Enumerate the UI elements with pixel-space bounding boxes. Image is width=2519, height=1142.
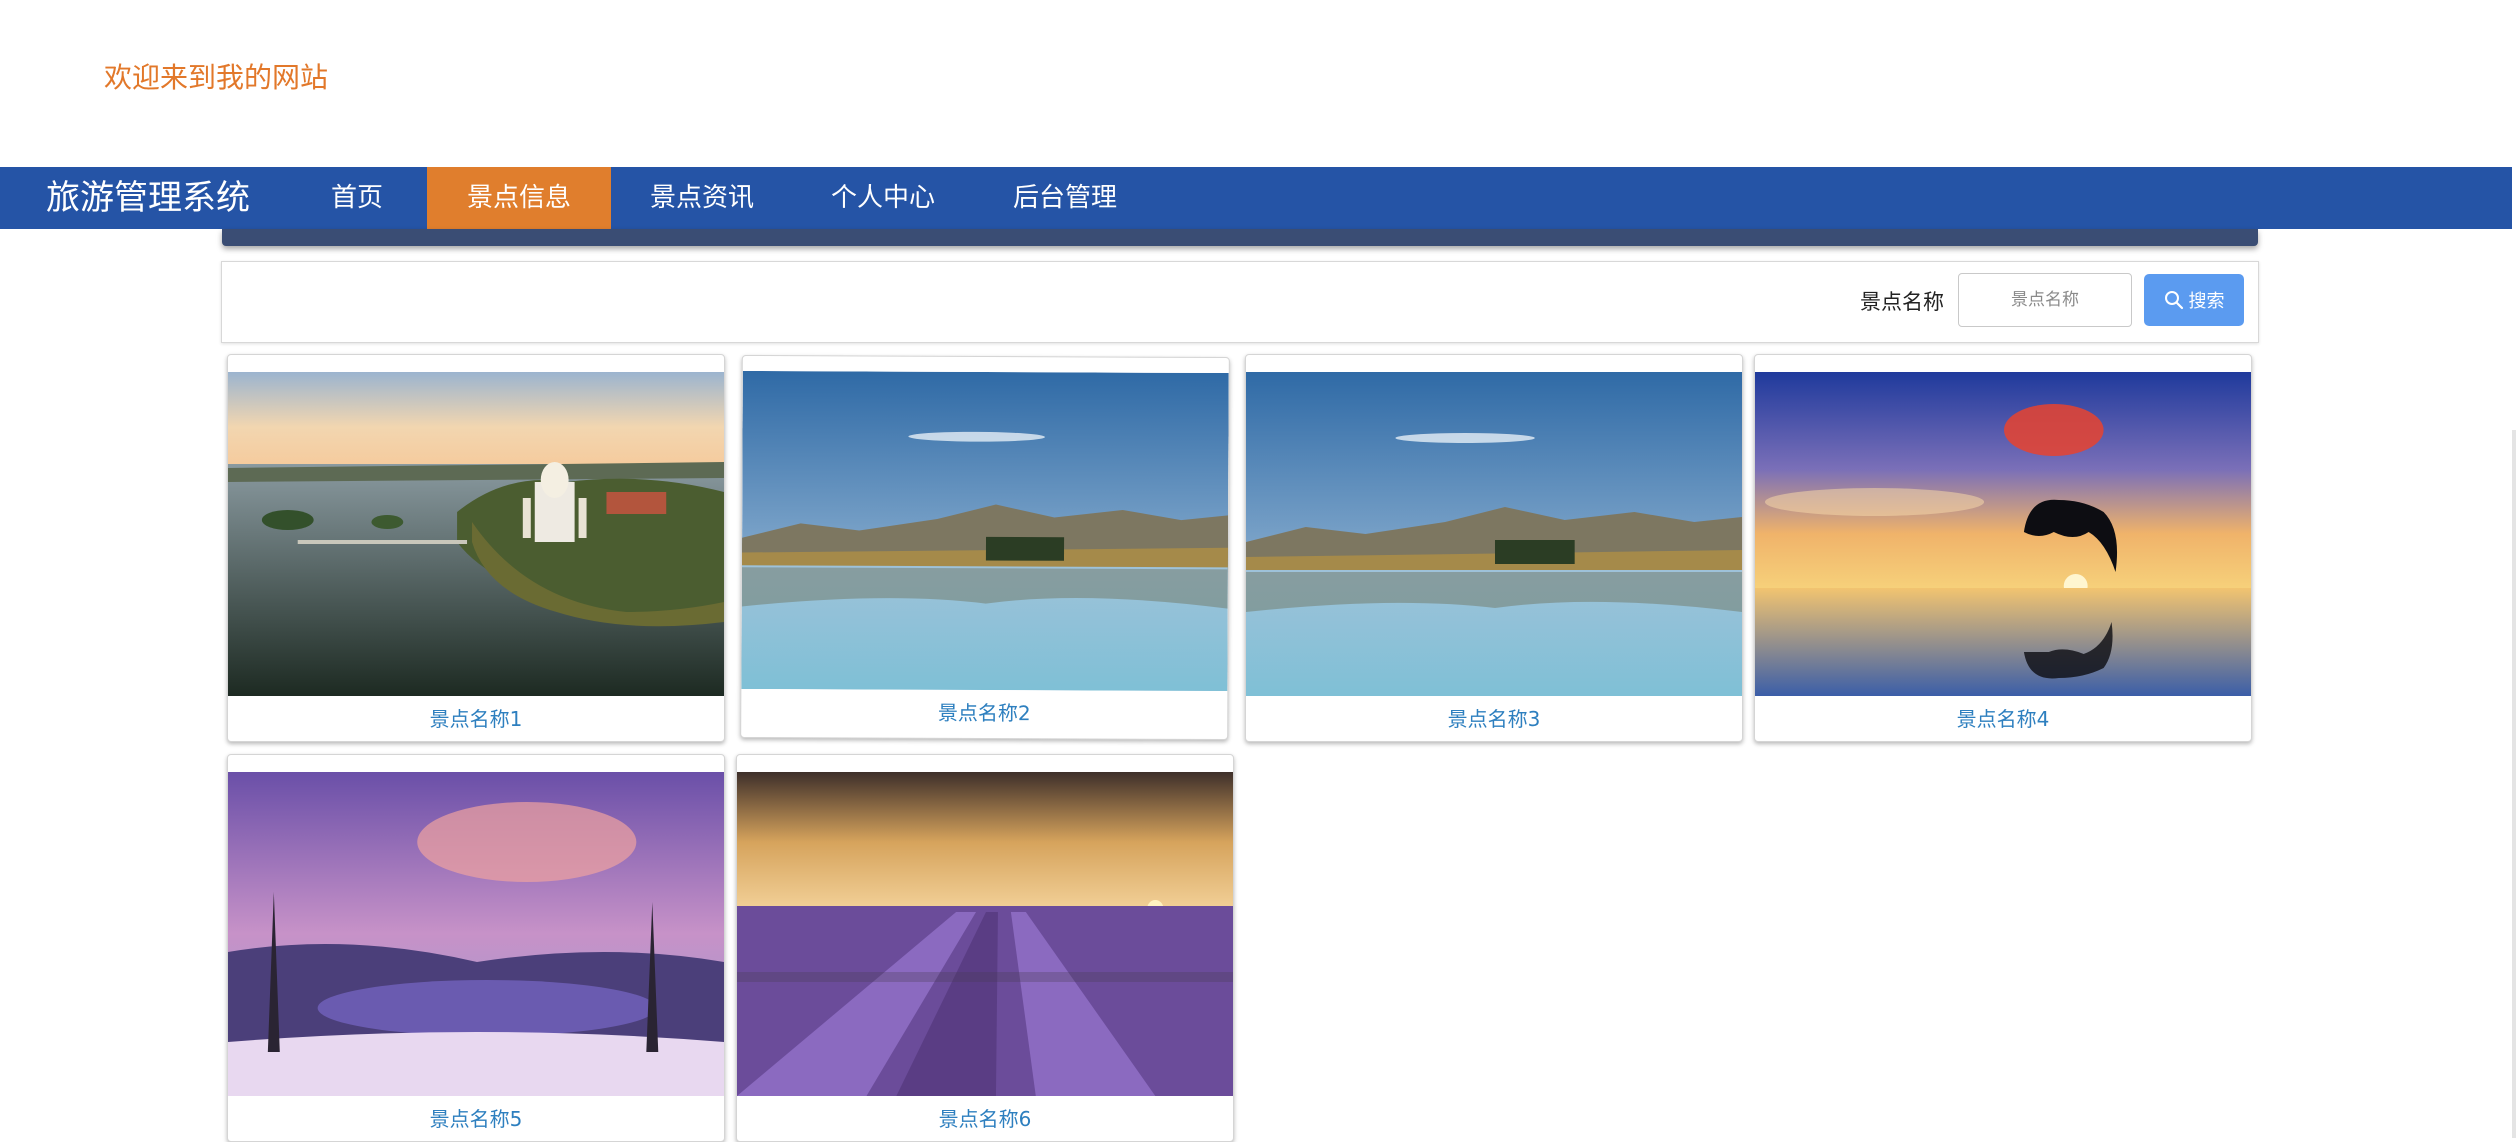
spot-card-3[interactable]: 景点名称3	[1245, 354, 1743, 742]
nav-scenic-info[interactable]: 景点信息	[427, 167, 611, 229]
spot-image[interactable]	[228, 772, 724, 1096]
page-scrollbar[interactable]	[2512, 430, 2516, 1138]
search-icon	[2164, 291, 2183, 310]
spot-name[interactable]: 景点名称1	[228, 696, 724, 741]
spot-name[interactable]: 景点名称6	[737, 1096, 1233, 1141]
nav-dropdown-bar	[222, 229, 2258, 246]
spot-card-5[interactable]: 景点名称5	[227, 754, 725, 1142]
spot-card-1[interactable]: 景点名称1	[227, 354, 725, 742]
search-label: 景点名称	[1860, 290, 1944, 314]
spot-name[interactable]: 景点名称3	[1246, 696, 1742, 741]
spot-card-2[interactable]: 景点名称2	[740, 354, 1230, 741]
search-panel	[221, 261, 2259, 343]
top-navbar: 旅游管理系统 首页 景点信息 景点资讯 个人中心 后台管理	[0, 167, 2512, 229]
spot-card-6[interactable]: 景点名称6	[736, 754, 1234, 1142]
spot-image[interactable]	[741, 370, 1229, 692]
search-button[interactable]: 搜索	[2144, 274, 2244, 326]
search-button-label: 搜索	[2188, 291, 2225, 312]
welcome-text: 欢迎来到我的网站	[104, 61, 329, 94]
spot-image[interactable]	[1246, 372, 1742, 696]
spot-name[interactable]: 景点名称4	[1755, 696, 2251, 741]
nav-home[interactable]: 首页	[306, 167, 408, 229]
nav-personal-center[interactable]: 个人中心	[810, 167, 956, 229]
spot-name[interactable]: 景点名称5	[228, 1096, 724, 1141]
spot-image[interactable]	[737, 772, 1233, 1096]
site-brand[interactable]: 旅游管理系统	[46, 167, 250, 229]
spot-name[interactable]: 景点名称2	[741, 689, 1227, 737]
search-input[interactable]	[1958, 273, 2132, 327]
nav-scenic-news[interactable]: 景点资讯	[630, 167, 774, 229]
spot-card-4[interactable]: 景点名称4	[1754, 354, 2252, 742]
nav-admin[interactable]: 后台管理	[992, 167, 1138, 229]
spot-image[interactable]	[1755, 372, 2251, 696]
spot-image[interactable]	[228, 372, 724, 696]
